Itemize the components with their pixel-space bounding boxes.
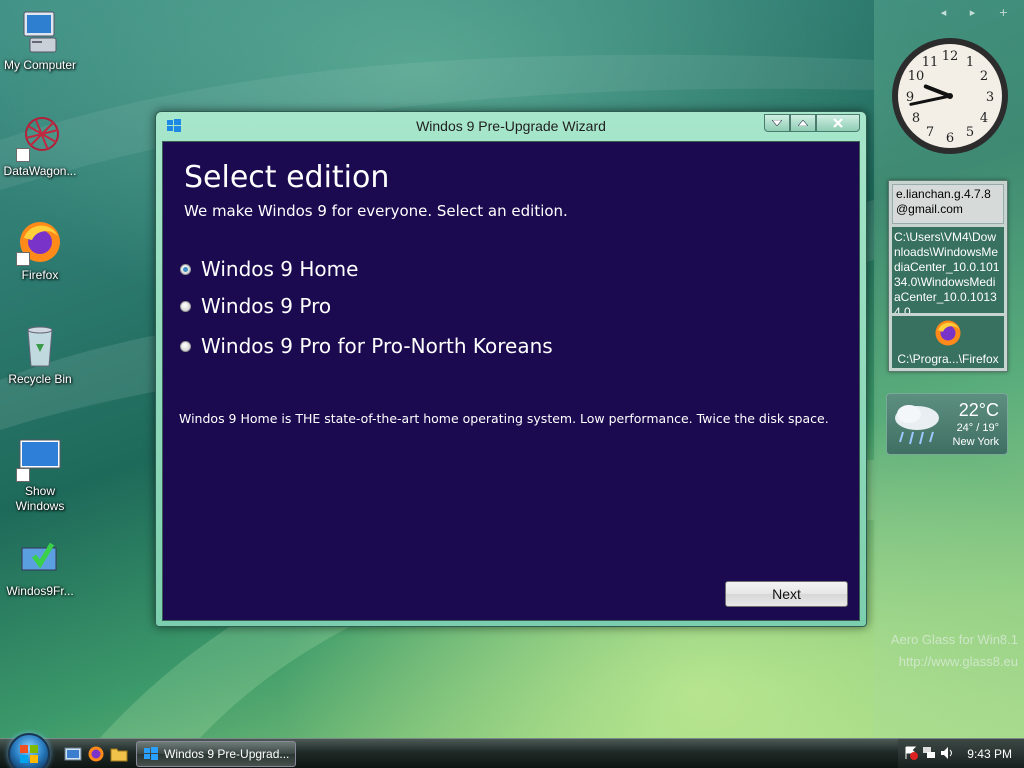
wizard-window: Windos 9 Pre-Upgrade Wizard Select editi…: [155, 111, 867, 627]
svg-text:3: 3: [986, 90, 994, 105]
watermark-line-2: http://www.glass8.eu: [898, 654, 1018, 669]
svg-text:12: 12: [942, 49, 959, 64]
clock-gadget: 12 12 345 678 91011: [892, 38, 1008, 154]
caption-buttons: [764, 114, 860, 132]
desktop-icon-datawagon[interactable]: DataWagon...: [0, 114, 80, 179]
option-label: Windos 9 Pro: [201, 294, 332, 318]
svg-text:2: 2: [980, 69, 988, 84]
sidebar-controls[interactable]: ◂ ▸ +: [941, 6, 1018, 19]
system-tray: 9:43 PM: [898, 739, 1024, 768]
note-email: e.lianchan.g.4.7.8@gmail.com: [892, 184, 1004, 224]
page-title: Select edition: [184, 160, 390, 195]
weather-city: New York: [952, 436, 999, 448]
desktop-icon-label: My Computer: [3, 58, 77, 72]
svg-text:6: 6: [946, 131, 954, 146]
option-label: Windos 9 Pro for Pro-North Koreans: [201, 334, 553, 358]
desktop-icon-firefox[interactable]: Firefox: [0, 218, 80, 283]
radio-button[interactable]: [180, 300, 191, 312]
shortcut-arrow-icon: [16, 252, 30, 266]
recycle-bin-icon: [16, 322, 64, 370]
title-bar[interactable]: Windos 9 Pre-Upgrade Wizard: [156, 112, 866, 140]
computer-icon: [16, 8, 64, 56]
shortcut-arrow-icon: [16, 148, 30, 162]
desktop-icon-windos9fr[interactable]: Windos9Fr...: [0, 534, 80, 599]
windows-flag-icon: [20, 745, 38, 763]
volume-icon[interactable]: [940, 746, 954, 760]
weather-range: 24° / 19°: [956, 422, 999, 434]
desktop-icon-label: Show Windows: [15, 484, 65, 513]
option-label: Windos 9 Home: [201, 257, 359, 281]
radio-button[interactable]: [180, 263, 191, 275]
svg-text:7: 7: [926, 125, 934, 140]
edition-description: Windos 9 Home is THE state-of-the-art ho…: [179, 411, 829, 426]
desktop-icon-label: Recycle Bin: [8, 372, 72, 386]
maximize-button[interactable]: [790, 114, 816, 132]
page-subtitle: We make Windos 9 for everyone. Select an…: [184, 202, 568, 220]
notes-gadget[interactable]: e.lianchan.g.4.7.8@gmail.com C:\Users\VM…: [888, 180, 1008, 372]
firefox-icon: [16, 218, 64, 266]
taskbar-item-label: Windos 9 Pre-Upgrad...: [164, 747, 290, 761]
start-button[interactable]: [8, 733, 50, 768]
svg-text:1: 1: [966, 55, 974, 70]
folder-icon[interactable]: [110, 745, 128, 763]
desktop-icon-label: DataWagon...: [3, 164, 77, 178]
close-icon: [833, 118, 843, 128]
clock-time[interactable]: 9:43 PM: [967, 747, 1012, 761]
note-app-shortcut[interactable]: C:\Progra...\Firefox: [892, 316, 1004, 368]
close-button[interactable]: [816, 114, 860, 132]
svg-text:8: 8: [912, 111, 920, 126]
weather-temp: 22°C: [958, 400, 999, 420]
wizard-content: Select edition We make Windos 9 for ever…: [162, 141, 860, 621]
firefox-icon[interactable]: [87, 745, 105, 763]
shortcut-arrow-icon: [16, 468, 30, 482]
note-app-label: C:\Progra...\Firefox: [897, 352, 999, 366]
action-center-icon[interactable]: [904, 746, 918, 760]
svg-text:10: 10: [908, 69, 925, 84]
radio-button[interactable]: [180, 340, 191, 352]
taskbar-item-wizard[interactable]: Windos 9 Pre-Upgrad...: [136, 741, 296, 767]
windows-logo-icon: [144, 747, 158, 760]
show-windows-icon: [16, 434, 64, 482]
firefox-icon: [935, 320, 961, 346]
edition-option-pro[interactable]: Windos 9 Pro: [180, 294, 331, 318]
rain-cloud-icon: [895, 405, 939, 445]
show-desktop-icon[interactable]: [64, 745, 82, 763]
network-icon[interactable]: [922, 746, 936, 760]
desktop-icon-my-computer[interactable]: My Computer: [0, 8, 80, 73]
weather-gadget[interactable]: 22°C 24° / 19° New York: [886, 393, 1008, 455]
installer-icon: [16, 534, 64, 582]
chevron-down-icon: [772, 120, 782, 126]
desktop-icon-label: Windos9Fr...: [6, 584, 74, 598]
edition-option-home[interactable]: Windos 9 Home: [180, 257, 358, 281]
edition-option-pro-nk[interactable]: Windos 9 Pro for Pro-North Koreans: [180, 334, 553, 358]
svg-text:4: 4: [980, 111, 988, 126]
desktop-icon-recycle-bin[interactable]: Recycle Bin: [0, 322, 80, 387]
window-title: Windos 9 Pre-Upgrade Wizard: [416, 118, 606, 134]
minimize-button[interactable]: [764, 114, 790, 132]
next-button[interactable]: Next: [725, 581, 848, 607]
watermark-line-1: Aero Glass for Win8.1: [890, 632, 1018, 647]
svg-text:5: 5: [966, 125, 974, 140]
datawagon-icon: [16, 114, 64, 162]
note-path: C:\Users\VM4\Downloads\WindowsMediaCente…: [892, 227, 1004, 313]
chevron-up-icon: [798, 120, 808, 126]
desktop-icon-show-windows[interactable]: Show Windows: [0, 434, 80, 514]
taskbar: Windos 9 Pre-Upgrad... 9:43 PM: [0, 733, 1024, 768]
desktop-icon-label: Firefox: [21, 268, 59, 282]
svg-text:11: 11: [922, 55, 939, 70]
